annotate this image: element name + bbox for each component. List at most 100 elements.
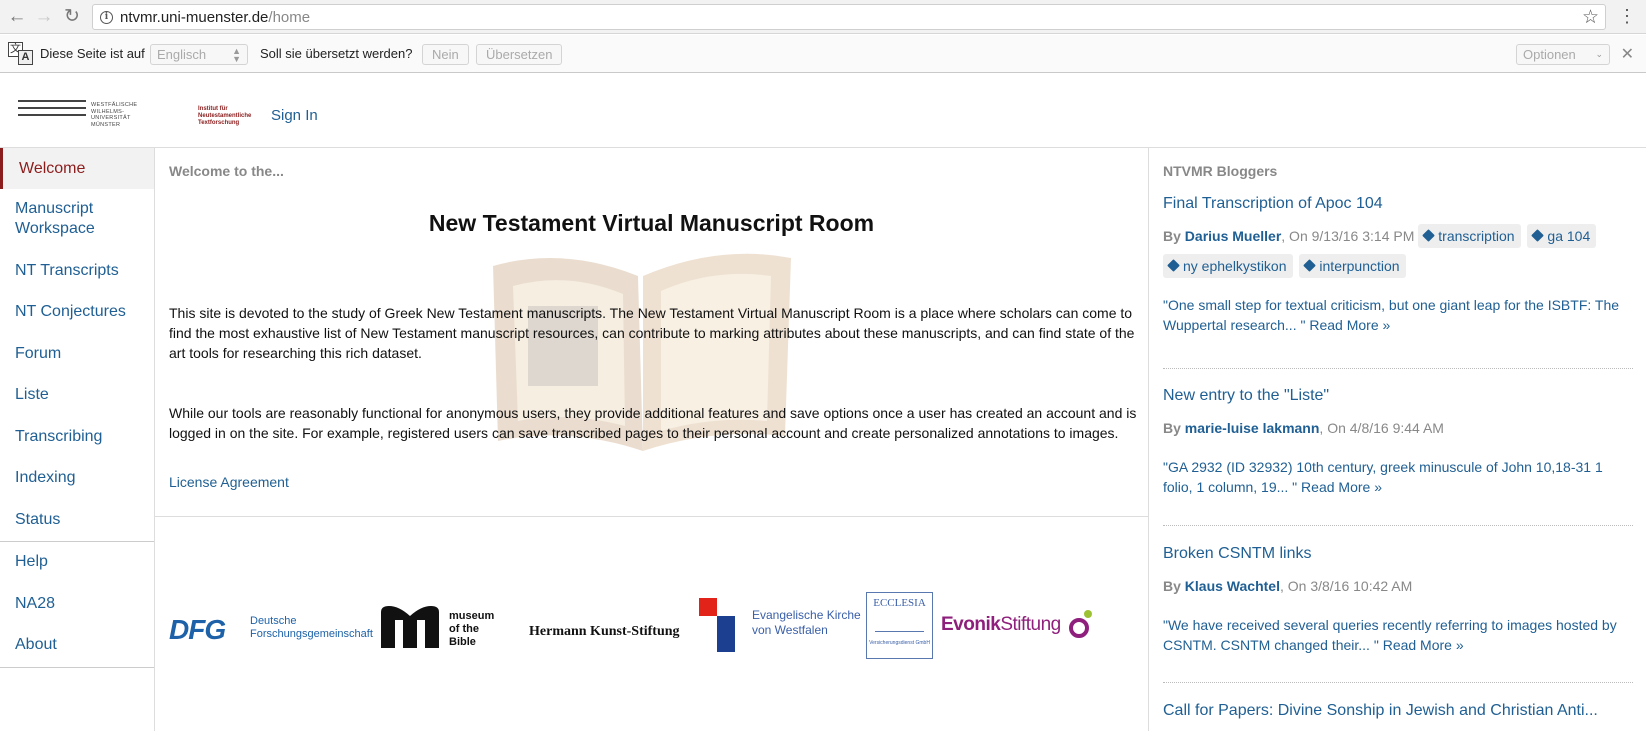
options-select[interactable]: Optionen ⌄ <box>1516 44 1610 65</box>
license-agreement-link[interactable]: License Agreement <box>169 474 289 490</box>
dfg-line-2: Forschungsgemeinschaft <box>250 628 373 640</box>
tag-chip[interactable]: ny ephelkystikon <box>1163 254 1293 278</box>
browser-toolbar: ← → ↻ i ntvmr.uni-muenster.de/home ☆ ⋮ <box>0 0 1646 34</box>
sidebar-item-status[interactable]: Status <box>0 510 154 530</box>
forward-arrow-icon[interactable]: → <box>33 6 55 28</box>
post-by: By <box>1163 420 1181 436</box>
sidebar-item-welcome[interactable]: Welcome <box>0 148 154 189</box>
tag-label: transcription <box>1438 228 1515 244</box>
post-title-link[interactable]: Final Transcription of Apoc 104 <box>1163 195 1628 213</box>
options-caret-icon: ⌄ <box>1595 49 1603 59</box>
translate-question: Soll sie übersetzt werden? <box>260 46 413 61</box>
no-button[interactable]: Nein <box>422 44 469 65</box>
tag-chip[interactable]: interpunction <box>1299 254 1406 278</box>
blog-post: Final Transcription of Apoc 104 By Dariu… <box>1163 195 1628 335</box>
ekvw-line-1: Evangelische Kirche <box>752 608 861 622</box>
tag-icon <box>1303 259 1317 272</box>
url-host: ntvmr.uni-muenster.de <box>120 9 269 26</box>
tools-paragraph: While our tools are reasonably functiona… <box>169 405 1137 441</box>
translate-button[interactable]: Übersetzen <box>476 44 563 65</box>
evonik-ring-mark <box>1069 618 1089 638</box>
evonik-light: Stiftung <box>1000 614 1061 635</box>
sign-in-link[interactable]: Sign In <box>271 107 318 124</box>
evonik-dot-mark <box>1084 610 1092 618</box>
language-select[interactable]: Englisch ▲ ▼ <box>150 44 248 65</box>
site-header: Westfälische Wilhelms-Universität Münste… <box>0 74 1646 148</box>
museum-of-the-bible-mark <box>381 606 439 648</box>
post-title-link[interactable]: New entry to the "Liste" <box>1163 387 1628 405</box>
sidebar-item-help[interactable]: Help <box>0 552 154 572</box>
institute-logo[interactable]: Institut für Neutestamentliche Textforsc… <box>198 106 258 127</box>
ecclesia-title: ECCLESIA <box>873 597 926 609</box>
ekvw-logo-text[interactable]: Evangelische Kirche von Westfalen <box>752 608 861 638</box>
tag-icon <box>1531 229 1545 242</box>
mob-line-1: museum <box>449 610 495 622</box>
main-divider <box>155 516 1148 517</box>
hermann-kunst-stiftung-logo[interactable]: Hermann Kunst-Stiftung <box>529 624 680 640</box>
tag-chip[interactable]: ga 104 <box>1527 224 1597 248</box>
sidebar-item-forum[interactable]: Forum <box>0 344 154 364</box>
sidebar-item-indexing[interactable]: Indexing <box>0 468 154 488</box>
address-bar[interactable]: i ntvmr.uni-muenster.de/home ☆ <box>92 4 1606 30</box>
sidebar-divider <box>0 541 154 542</box>
dfg-line-1: Deutsche <box>250 615 297 627</box>
ecclesia-logo[interactable]: ECCLESIA Versicherungsdienst GmbH <box>866 592 933 659</box>
read-more-link[interactable]: Read More » <box>1383 637 1464 653</box>
read-more-link[interactable]: Read More » <box>1309 317 1390 333</box>
bloggers-heading: NTVMR Bloggers <box>1163 163 1278 179</box>
close-translate-icon[interactable]: ✕ <box>1621 44 1634 64</box>
sidebar-item-liste[interactable]: Liste <box>0 385 154 405</box>
sidebar-item-nt-conjectures[interactable]: NT Conjectures <box>0 302 154 322</box>
translate-bar: 文A Diese Seite ist auf Englisch ▲ ▼ Soll … <box>0 35 1646 73</box>
post-author-link[interactable]: marie-luise lakmann <box>1185 420 1320 436</box>
welcome-kicker: Welcome to the... <box>169 163 284 179</box>
tag-label: ny ephelkystikon <box>1183 258 1287 274</box>
sidebar-item-about[interactable]: About <box>0 635 154 655</box>
browser-menu-icon[interactable]: ⋮ <box>1618 6 1636 26</box>
back-arrow-icon[interactable]: ← <box>6 6 28 28</box>
sidebar-item-manuscript-workspace[interactable]: Manuscript Workspace <box>0 199 154 239</box>
read-more-link[interactable]: Read More » <box>1301 479 1382 495</box>
post-excerpt-text: "One small step for textual criticism, b… <box>1163 297 1620 333</box>
sidebar-item-transcribing[interactable]: Transcribing <box>0 427 154 447</box>
post-by: By <box>1163 228 1181 244</box>
url-path: /home <box>268 9 311 26</box>
reload-icon[interactable]: ↻ <box>61 6 83 28</box>
post-divider <box>1163 682 1633 683</box>
blog-post: Broken CSNTM links By Klaus Wachtel, On … <box>1163 545 1628 655</box>
mob-line-3: Bible <box>449 636 476 648</box>
options-select-value: Optionen <box>1523 47 1576 62</box>
evonik-bold: Evonik <box>941 614 1001 635</box>
post-author-link[interactable]: Klaus Wachtel <box>1185 578 1280 594</box>
museum-of-the-bible-text[interactable]: museum of the Bible <box>449 610 494 649</box>
dfg-mark: DFG <box>169 614 226 645</box>
intro-paragraph: This site is devoted to the study of Gre… <box>169 305 1135 361</box>
tag-icon <box>1167 259 1180 272</box>
select-caret-icon: ▲ ▼ <box>232 46 241 64</box>
blog-post: New entry to the "Liste" By marie-luise … <box>1163 387 1628 497</box>
info-icon[interactable]: i <box>100 11 113 24</box>
tag-icon <box>1422 229 1436 242</box>
post-title-link[interactable]: Broken CSNTM links <box>1163 545 1628 563</box>
post-title-link[interactable]: Call for Papers: Divine Sonship in Jewis… <box>1163 702 1628 720</box>
tag-chip[interactable]: transcription <box>1418 224 1521 248</box>
language-select-value: Englisch <box>157 47 207 62</box>
post-excerpt: "We have received several queries recent… <box>1163 615 1628 655</box>
post-author-link[interactable]: Darius Mueller <box>1185 228 1281 244</box>
sponsor-logos: DFG Deutsche Forschungsgemeinschaft museu… <box>169 592 1129 678</box>
post-excerpt: "GA 2932 (ID 32932) 10th century, greek … <box>1163 457 1628 497</box>
bookmark-star-icon[interactable]: ☆ <box>1582 6 1599 29</box>
ecclesia-rule <box>875 631 924 632</box>
tag-label: ga 104 <box>1547 228 1591 244</box>
translate-prefix: Diese Seite ist auf <box>40 46 145 61</box>
ekvw-line-2: von Westfalen <box>752 623 828 637</box>
university-logo[interactable]: Westfälische Wilhelms-Universität Münste… <box>18 96 153 128</box>
evonik-stiftung-logo[interactable]: EvonikStiftung <box>941 614 1061 636</box>
sidebar-item-nt-transcripts[interactable]: NT Transcripts <box>0 261 154 281</box>
university-logo-text: Westfälische Wilhelms-Universität Münste… <box>91 102 138 128</box>
sidebar-item-na28[interactable]: NA28 <box>0 594 154 614</box>
dfg-logo[interactable]: DFG Deutsche Forschungsgemeinschaft <box>169 598 373 658</box>
blog-post: Call for Papers: Divine Sonship in Jewis… <box>1163 702 1628 720</box>
post-date: , On 9/13/16 3:14 PM <box>1281 228 1415 244</box>
sidebar-divider <box>0 667 154 668</box>
